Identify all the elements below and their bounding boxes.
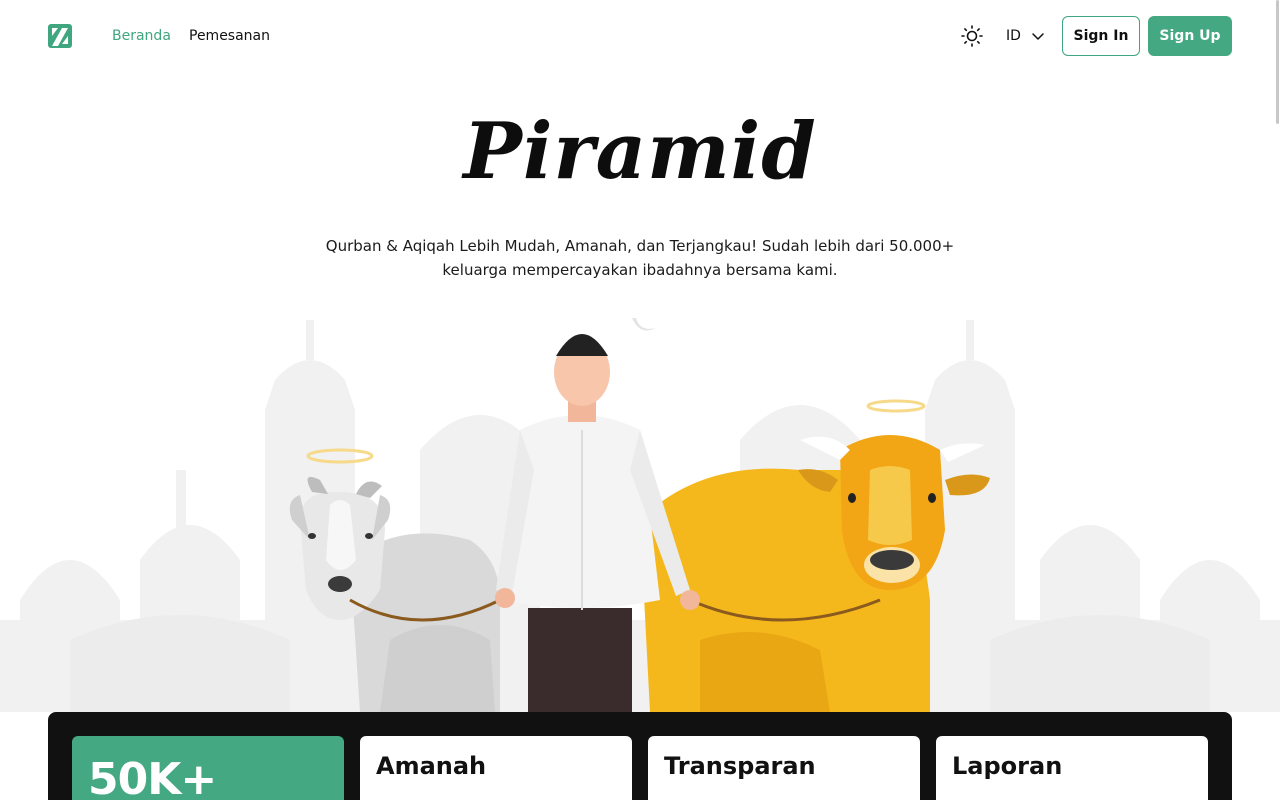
stat-highlight-value: 50K+ bbox=[88, 754, 217, 800]
stat-card-highlight: 50K+ bbox=[72, 736, 344, 800]
brand-logo-icon[interactable] bbox=[48, 24, 72, 48]
cow-halo bbox=[866, 399, 926, 413]
sun-icon[interactable] bbox=[960, 24, 984, 48]
language-label: ID bbox=[1006, 28, 1021, 44]
language-selector[interactable]: ID bbox=[1006, 26, 1045, 46]
scrollbar-thumb[interactable] bbox=[1276, 0, 1279, 124]
chevron-down-icon bbox=[1032, 33, 1044, 40]
feature-card-title: Amanah bbox=[376, 752, 487, 780]
nav-link-beranda[interactable]: Beranda bbox=[112, 27, 171, 45]
feature-card-laporan: Laporan bbox=[936, 736, 1208, 800]
feature-card-amanah: Amanah bbox=[360, 736, 632, 800]
feature-card-title: Laporan bbox=[952, 752, 1063, 780]
crescent-moon bbox=[632, 318, 656, 331]
tagline-line-2: keluarga mempercayakan ibadahnya bersama… bbox=[442, 261, 838, 279]
brand-wordmark: Piramid bbox=[463, 106, 817, 197]
top-navbar: Beranda Pemesanan ID Sign In Sign Up bbox=[0, 0, 1280, 72]
sign-in-button[interactable]: Sign In bbox=[1062, 16, 1140, 56]
tagline-line-1: Qurban & Aqiqah Lebih Mudah, Amanah, dan… bbox=[325, 237, 955, 255]
hero-brand: Piramid bbox=[0, 106, 1280, 197]
hero-tagline: Qurban & Aqiqah Lebih Mudah, Amanah, dan… bbox=[320, 234, 960, 282]
hero-illustration bbox=[0, 318, 1280, 712]
feature-card-title: Transparan bbox=[664, 752, 816, 780]
feature-card-transparan: Transparan bbox=[648, 736, 920, 800]
page-scrollbar[interactable] bbox=[1274, 0, 1280, 800]
sign-up-button[interactable]: Sign Up bbox=[1148, 16, 1232, 56]
nav-link-pemesanan[interactable]: Pemesanan bbox=[189, 27, 270, 45]
